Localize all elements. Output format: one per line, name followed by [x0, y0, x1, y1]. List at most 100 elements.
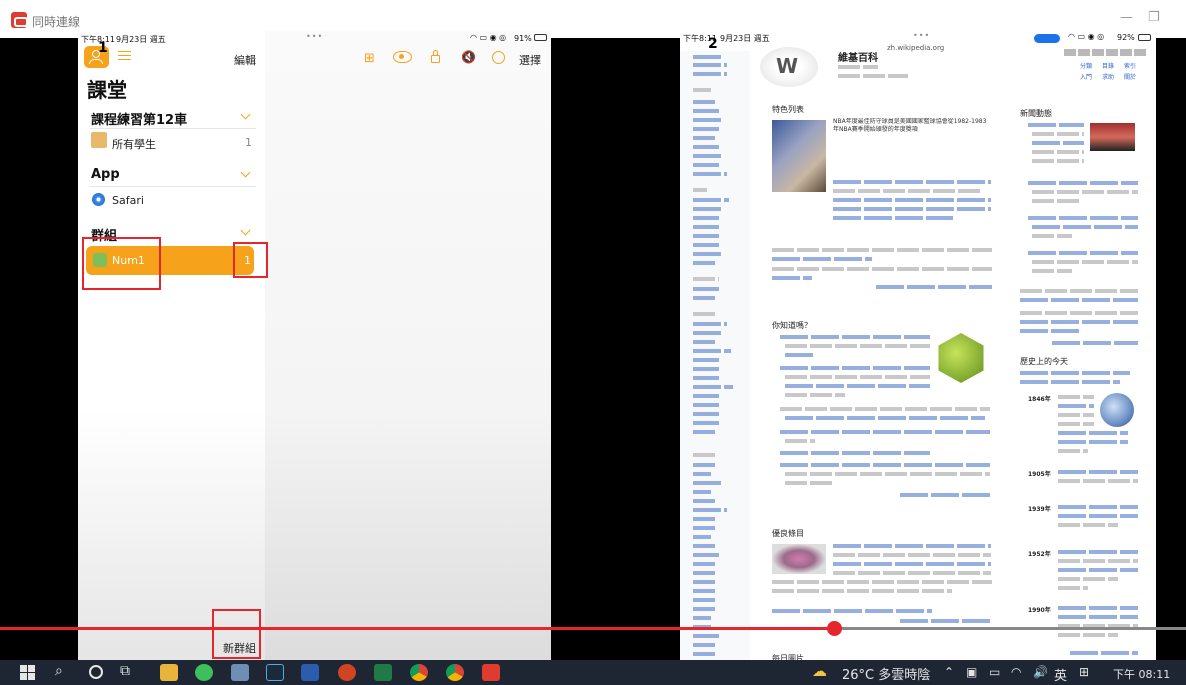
video-progress-fill	[0, 627, 834, 630]
cortana-icon[interactable]	[89, 665, 103, 679]
status-time: 下午8:11	[81, 35, 115, 44]
line-app-icon[interactable]	[195, 664, 213, 681]
keyboard-layout-icon[interactable]: ⊞	[1079, 665, 1089, 679]
page-title: 課堂	[87, 78, 127, 102]
otd-year: 1905年	[1028, 471, 1051, 478]
grid-view-icon[interactable]: ⊞	[364, 51, 375, 66]
app-logo-icon	[11, 12, 28, 28]
url-bar[interactable]: zh.wikipedia.org	[887, 44, 944, 52]
section-featured-title: 特色列表	[772, 105, 804, 114]
nav-link[interactable]: 關於	[1124, 72, 1136, 81]
left-black-margin	[0, 38, 78, 660]
polyhedron-image[interactable]	[938, 333, 984, 383]
network-icon[interactable]: ▭	[989, 665, 1000, 679]
left-ipad-screen: 下午8:11 9月23日 週五 ••• ◠ ▭ ◉ ◎ 91% 編輯 課堂 課程…	[78, 31, 551, 663]
maximize-icon[interactable]: ❐	[1148, 10, 1160, 25]
sidebar: 編輯 課堂 課程練習第12車 所有學生 1 App Safari 群組 Num1…	[78, 31, 265, 663]
minimize-icon[interactable]: —	[1120, 10, 1133, 25]
window-title: 同時連線	[32, 15, 81, 29]
chevron-down-icon[interactable]	[240, 225, 251, 236]
search-icon[interactable]: ⌕	[55, 663, 63, 679]
sidebar-item-safari[interactable]: Safari	[112, 194, 144, 207]
chevron-down-icon[interactable]	[240, 167, 251, 178]
wiki-nav-links: 分類 目錄 索引 入門 求助 關於	[1080, 61, 1140, 81]
right-ipad-screen: 下午8:11 9月23日 週五 ••• ◠ ▭ ◉ ◎ 92% 2 zh.wik…	[680, 31, 1156, 663]
multitask-dots-icon[interactable]: •••	[306, 32, 323, 41]
weather-text[interactable]: 26°C 多雲時陰	[842, 664, 930, 683]
screen-share-app-icon[interactable]	[482, 664, 500, 681]
news-photo[interactable]	[1090, 123, 1135, 151]
word-icon[interactable]	[301, 664, 319, 681]
windows-start-icon[interactable]	[19, 664, 37, 681]
list-view-icon[interactable]	[118, 50, 131, 62]
battery-icon	[1138, 34, 1151, 41]
featured-photo[interactable]	[772, 120, 826, 192]
nav-link[interactable]: 求助	[1102, 72, 1114, 81]
battery-percent: 92%	[1117, 33, 1135, 42]
highlight-box-group	[82, 237, 161, 290]
safari-icon	[92, 193, 105, 206]
status-date: 9月23日 週五	[720, 34, 770, 43]
task-view-icon[interactable]: ⧉	[120, 663, 130, 679]
app-icon[interactable]	[266, 664, 284, 681]
status-date: 9月23日 週五	[116, 35, 166, 44]
sidebar-item-all-students[interactable]: 所有學生	[112, 136, 156, 152]
wiki-left-nav	[680, 51, 750, 663]
mute-icon[interactable]: 🔇	[461, 50, 476, 64]
taskbar-clock[interactable]: 下午 08:11	[1113, 666, 1170, 682]
featured-text: NBA年度最佳防守球員是美國國家籃球協會從1982-1983年NBA賽季開始頒發…	[833, 118, 987, 134]
app-icon[interactable]	[231, 664, 249, 681]
powerpoint-icon[interactable]	[338, 664, 356, 681]
section-news-title: 新聞動態	[1020, 109, 1052, 118]
annotation-number-2: 2	[708, 36, 718, 52]
highlight-box-new-group	[212, 609, 261, 659]
wifi-icon: ◠ ▭ ◉ ◎	[1068, 32, 1105, 41]
chrome-icon[interactable]	[446, 664, 464, 681]
select-button[interactable]: 選擇	[519, 52, 541, 68]
otd-year: 1990年	[1028, 607, 1051, 614]
eye-icon[interactable]	[393, 51, 412, 63]
ime-indicator[interactable]: 英	[1054, 665, 1067, 684]
otd-year: 1952年	[1028, 551, 1051, 558]
nav-link[interactable]: 目錄	[1102, 61, 1114, 70]
camera-icon[interactable]: ▣	[966, 665, 977, 679]
all-students-count: 1	[245, 136, 252, 149]
wifi-icon: ◠ ▭ ◉ ◎	[470, 33, 507, 42]
nav-link[interactable]: 索引	[1124, 61, 1136, 70]
battery-percent: 91%	[514, 34, 532, 43]
all-students-icon	[91, 132, 107, 148]
nav-link[interactable]: 入門	[1080, 72, 1092, 81]
more-options-icon[interactable]	[492, 51, 505, 64]
screen-sharing-badge	[1034, 34, 1060, 43]
left-status-bar: 下午8:11 9月23日 週五 ••• ◠ ▭ ◉ ◎ 91%	[78, 31, 551, 45]
chevron-up-icon[interactable]: ⌃	[944, 665, 954, 679]
highlight-box-count	[233, 242, 268, 278]
site-title: 維基百科	[838, 53, 878, 64]
multitask-dots-icon[interactable]: •••	[913, 31, 930, 40]
otd-year: 1846年	[1028, 396, 1051, 403]
edit-button[interactable]: 編輯	[234, 52, 256, 68]
section-good-article-title: 優良條目	[772, 529, 804, 538]
section-dyk-title: 你知道嗎？	[772, 321, 812, 330]
content-pane: ⊞ 🔇 選擇	[265, 31, 551, 663]
nav-link[interactable]: 分類	[1080, 61, 1092, 70]
chevron-down-icon[interactable]	[240, 109, 251, 120]
windows-taskbar: ⌕ ⧉ ☁ 26°C 多雲時陰 ⌃ ▣ ▭ ◠ 🔊 英 ⊞ 下午 08:11	[0, 660, 1186, 685]
good-article-image[interactable]	[772, 544, 826, 574]
section-otd-title: 歷史上的今天	[1020, 357, 1068, 366]
video-progress-handle[interactable]	[826, 621, 842, 636]
battery-icon	[534, 34, 547, 41]
section-class-title: 課程練習第12車	[91, 113, 188, 128]
middle-black-margin	[551, 38, 680, 660]
weather-icon[interactable]: ☁	[812, 662, 827, 680]
file-explorer-icon[interactable]	[160, 664, 178, 681]
section-app-title: App	[91, 167, 120, 182]
volume-icon[interactable]: 🔊	[1033, 665, 1048, 679]
wikipedia-globe-icon: W	[776, 54, 799, 78]
neptune-image[interactable]	[1100, 393, 1134, 427]
excel-icon[interactable]	[374, 664, 392, 681]
otd-year: 1939年	[1028, 506, 1051, 513]
wifi-icon[interactable]: ◠	[1011, 665, 1021, 679]
lock-icon[interactable]	[431, 55, 440, 63]
chrome-icon[interactable]	[410, 664, 428, 681]
